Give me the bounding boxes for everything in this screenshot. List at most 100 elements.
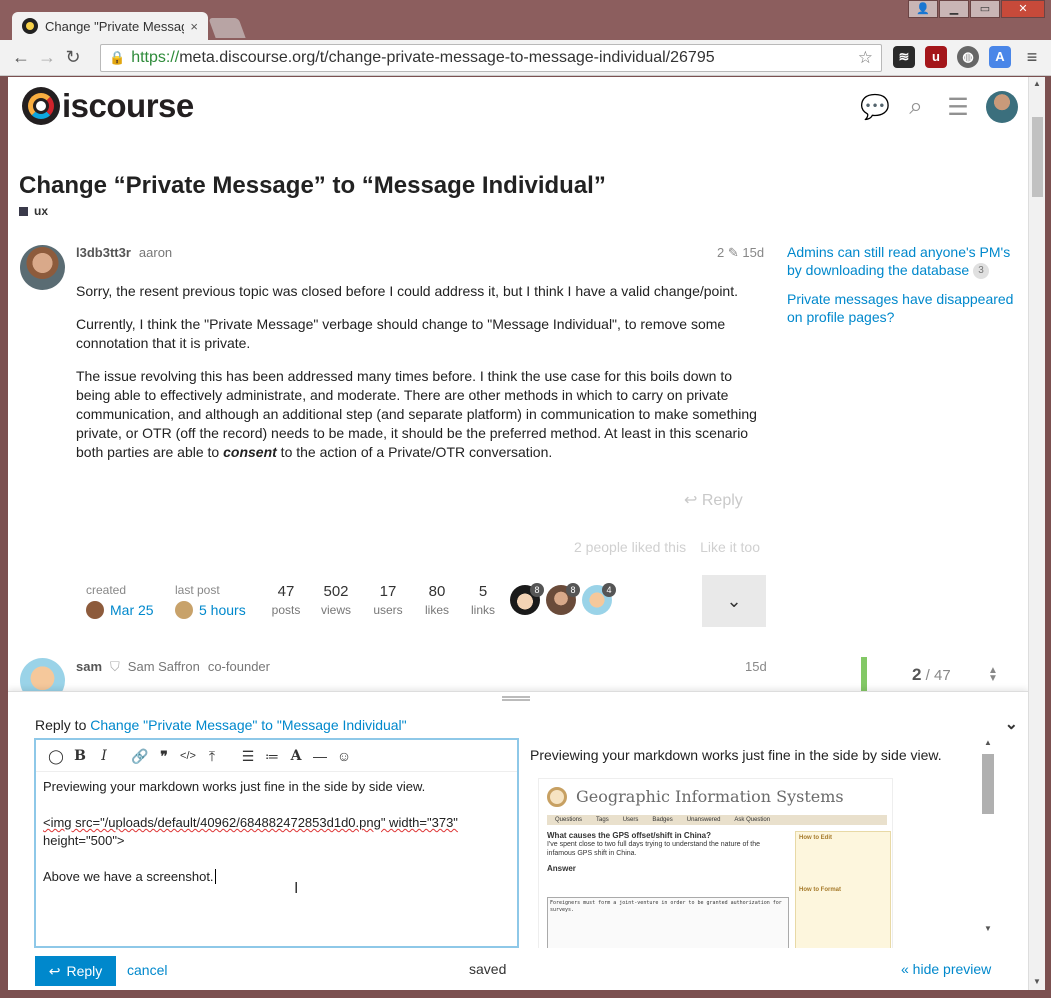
reply-to-topic-link[interactable]: Change "Private Message" to "Message Ind… [90, 717, 406, 733]
submit-reply-button[interactable]: ↩ Reply [35, 956, 116, 986]
heading-icon[interactable]: A [284, 744, 308, 768]
code-icon[interactable]: </> [176, 744, 200, 768]
post-body: Sorry, the resent previous topic was clo… [76, 282, 766, 476]
scroll-down-icon[interactable]: ▼ [984, 924, 992, 933]
italic-icon[interactable]: I [92, 744, 116, 768]
collapse-composer-icon[interactable]: ⌄ [1005, 714, 1018, 734]
pencil-icon: ✎ [727, 245, 739, 260]
reply-arrow-icon: ↩ [48, 962, 61, 979]
new-tab-button[interactable] [208, 18, 246, 38]
current-user-avatar[interactable] [986, 91, 1018, 123]
extension-icons: ≋ u ◍ A ≡ [893, 46, 1043, 68]
minimize-icon[interactable]: ▁ [939, 0, 969, 18]
maximize-icon[interactable]: ▭ [970, 0, 1000, 18]
user-profile-icon[interactable]: 👤 [908, 0, 938, 18]
topic-progress-counter[interactable]: 2 / 47 [912, 665, 951, 685]
post-author-avatar[interactable] [20, 245, 65, 290]
editor-line: <img src="/uploads/default/40962/6848824… [43, 815, 458, 830]
emoji-chat-icon[interactable]: ◯ [44, 744, 68, 768]
last-poster-avatar[interactable] [175, 601, 193, 619]
address-bar[interactable]: 🔒 https:// meta.discourse.org/t/change-p… [100, 44, 882, 72]
user-title: co-founder [207, 659, 270, 674]
stat-users: 17 users [373, 583, 403, 617]
chrome-menu-icon[interactable]: ≡ [1021, 46, 1043, 68]
likes-summary: 2 people liked this Like it too [574, 539, 760, 555]
horizontal-rule-icon[interactable]: — [308, 744, 332, 768]
composer-preview: Previewing your markdown works just fine… [530, 738, 998, 948]
editor-line: height="500"> [43, 833, 125, 848]
preview-scrollbar[interactable]: ▲ ▼ [982, 738, 994, 934]
gis-site-title: Geographic Information Systems [576, 787, 844, 806]
notifications-chat-icon[interactable]: 💬 [860, 93, 890, 122]
composer-resize-grip[interactable] [502, 696, 530, 701]
tab-close-icon[interactable]: × [190, 19, 198, 34]
category-badge[interactable]: ux [19, 204, 48, 218]
bookmark-star-icon[interactable]: ☆ [858, 48, 873, 68]
created-info: created Mar 25 [86, 583, 154, 619]
discourse-logo[interactable]: iscourse [22, 87, 194, 125]
scroll-up-icon[interactable]: ▲ [984, 738, 992, 747]
reply-arrow-icon: ↩ [684, 492, 698, 509]
category-color-swatch [19, 206, 28, 216]
link-icon[interactable]: 🔗 [128, 744, 152, 768]
browser-tab[interactable]: Change "Private Message × [12, 12, 208, 40]
post-meta: sam ⛉ Sam Saffron co-founder [76, 659, 270, 675]
jump-updown-icon[interactable]: ▲ ▼ [988, 666, 998, 684]
moderator-shield-icon: ⛉ [110, 659, 120, 674]
created-date[interactable]: Mar 25 [110, 602, 154, 618]
last-post-time[interactable]: 5 hours [199, 602, 246, 618]
reply-composer: Reply to Change "Private Message" to "Me… [8, 691, 1028, 990]
expand-topic-map-button[interactable]: ⌄ [702, 575, 766, 627]
post-age[interactable]: 15d [745, 659, 767, 674]
suggested-topic-link[interactable]: Admins can still read anyone's PM's by d… [787, 243, 1027, 280]
participant-post-count: 8 [566, 583, 580, 597]
search-icon[interactable]: ⌕ [902, 93, 930, 121]
liked-by-count[interactable]: 2 people liked this [574, 539, 686, 555]
composer-editor[interactable]: ◯ B I 🔗 ❞ </> ⤒ ☰ ≔ A — ☺ Previewing you… [34, 738, 519, 948]
post-edit-info[interactable]: 2 ✎ 15d [717, 245, 764, 261]
creator-avatar[interactable] [86, 601, 104, 619]
text-cursor-icon: Ι [294, 880, 299, 897]
upload-icon[interactable]: ⤒ [200, 744, 224, 768]
preview-text: Previewing your markdown works just fine… [530, 747, 942, 763]
forward-icon[interactable]: → [34, 47, 60, 68]
translate-extension-icon[interactable]: A [989, 46, 1011, 68]
cancel-link[interactable]: cancel [127, 962, 167, 978]
edit-count: 2 [717, 245, 725, 260]
quote-icon[interactable]: ❞ [152, 744, 176, 768]
post-username[interactable]: sam [76, 659, 102, 675]
topic-progress-bar[interactable] [861, 657, 867, 691]
ublock-extension-icon[interactable]: u [925, 46, 947, 68]
last-post-info: last post 5 hours [175, 583, 246, 619]
scrollbar-thumb[interactable] [1032, 117, 1043, 197]
topic-title[interactable]: Change “Private Message” to “Message Ind… [19, 172, 606, 200]
preview-screenshot-image: Geographic Information Systems Questions… [538, 778, 893, 948]
buffer-extension-icon[interactable]: ≋ [893, 46, 915, 68]
reload-icon[interactable]: ↻ [60, 47, 86, 68]
post-paragraph: The issue revolving this has been addres… [76, 368, 757, 460]
hamburger-menu-icon[interactable]: ☰ [944, 93, 972, 122]
hide-preview-link[interactable]: « hide preview [901, 961, 991, 977]
post-reply-button[interactable]: ↩ Reply [684, 490, 743, 510]
scroll-up-icon[interactable]: ▲ [1033, 79, 1041, 88]
stat-views: 502 views [320, 583, 351, 617]
close-window-icon[interactable]: ✕ [1001, 0, 1045, 18]
post-username[interactable]: l3db3tt3r [76, 245, 131, 260]
editor-toolbar: ◯ B I 🔗 ❞ </> ⤒ ☰ ≔ A — ☺ [36, 740, 517, 772]
participant-post-count: 8 [530, 583, 544, 597]
editor-textarea[interactable]: Previewing your markdown works just fine… [36, 772, 517, 892]
emphasis-text: consent [223, 444, 277, 460]
smiley-icon[interactable]: ☺ [332, 744, 356, 768]
bullet-list-icon[interactable]: ≔ [260, 744, 284, 768]
back-icon[interactable]: ← [8, 47, 34, 68]
gis-nav: Questions Tags Users Badges Unanswered Ask Qu… [547, 815, 887, 825]
post-age: 15d [742, 245, 765, 260]
suggested-topic-link[interactable]: Private messages have disappeared on pro… [787, 290, 1027, 326]
numbered-list-icon[interactable]: ☰ [236, 744, 260, 768]
scroll-down-icon[interactable]: ▼ [1033, 977, 1041, 986]
globe-extension-icon[interactable]: ◍ [957, 46, 979, 68]
page-scrollbar[interactable]: ▲ ▼ [1028, 77, 1045, 990]
text-caret [214, 869, 216, 884]
like-it-too-link[interactable]: Like it too [700, 539, 760, 555]
bold-icon[interactable]: B [68, 744, 92, 768]
